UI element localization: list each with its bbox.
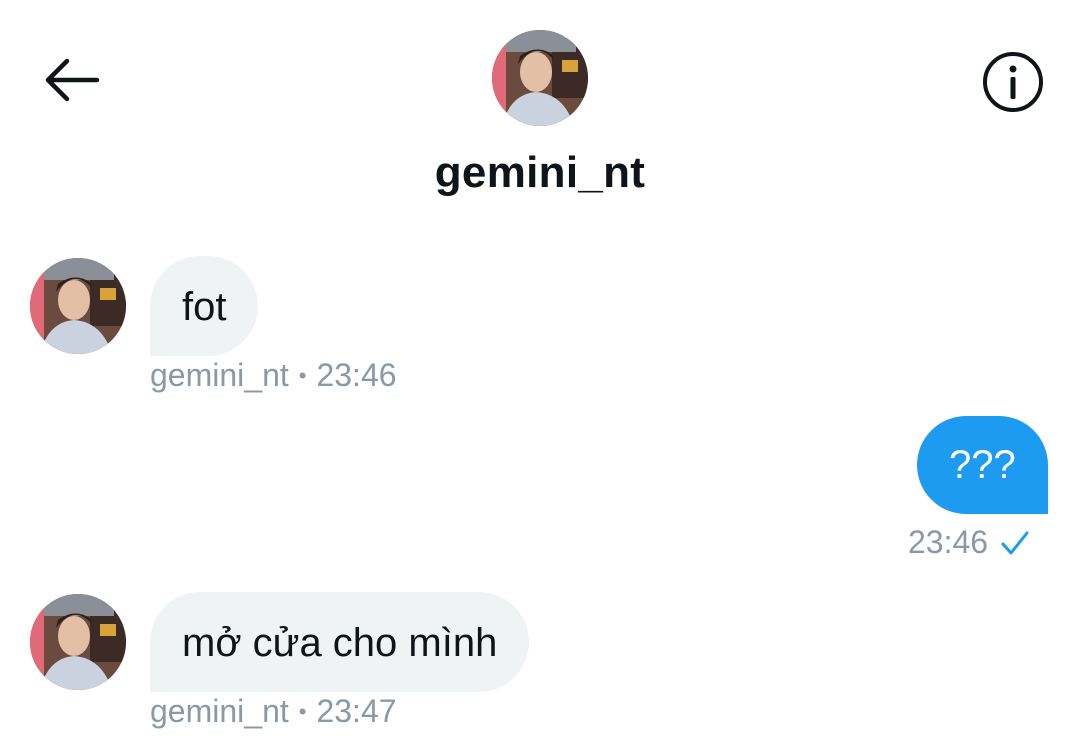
check-icon — [1001, 531, 1029, 554]
conversation-title: gemini_nt — [434, 148, 646, 197]
message-sender: gemini_nt — [150, 693, 289, 729]
message-meta: gemini_nt • 23:47 — [150, 693, 397, 730]
message-bubble-incoming[interactable]: fot — [150, 256, 259, 356]
message-meta: gemini_nt • 23:46 — [150, 357, 397, 394]
sender-avatar[interactable] — [30, 594, 126, 690]
message-time: 23:46 — [908, 524, 989, 560]
message-meta: 23:46 — [908, 524, 1030, 561]
arrow-left-icon — [45, 58, 100, 102]
back-button[interactable] — [40, 52, 104, 108]
message-time: 23:47 — [316, 693, 397, 729]
conversation-avatar[interactable] — [492, 30, 588, 126]
sender-avatar[interactable] — [30, 258, 126, 354]
message-time: 23:46 — [316, 357, 397, 393]
message-bubble-outgoing[interactable]: ??? — [917, 416, 1048, 514]
info-icon — [983, 52, 1043, 112]
meta-separator: • — [298, 362, 307, 388]
message-bubble-incoming[interactable]: mở cửa cho mình — [150, 592, 530, 692]
message-sender: gemini_nt — [150, 357, 289, 393]
meta-separator: • — [298, 698, 307, 724]
info-button[interactable] — [980, 52, 1046, 112]
